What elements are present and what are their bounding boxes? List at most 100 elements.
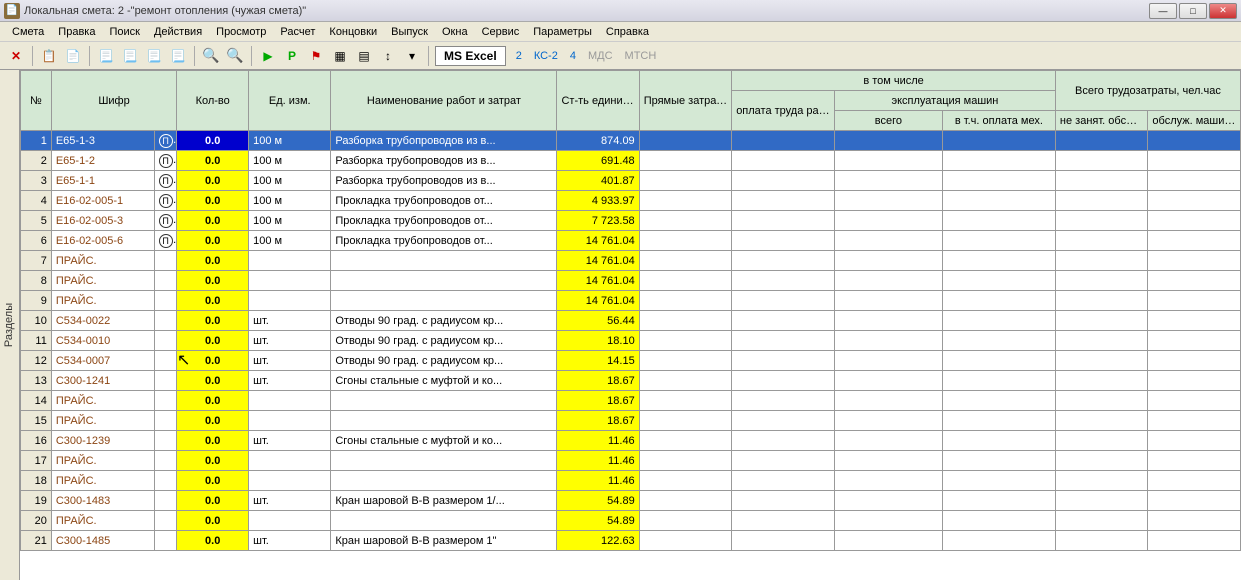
table-row[interactable]: 16C300-12390.0шт.Сгоны стальные с муфтой…	[21, 431, 1241, 451]
row-labor[interactable]	[732, 291, 835, 311]
doc3-icon[interactable]: 📃	[144, 46, 164, 66]
table-row[interactable]: 8ПРАЙС.0.014 761.04	[21, 271, 1241, 291]
row-name[interactable]: Кран шаровой В-В размером 1"	[331, 531, 557, 551]
row-direct[interactable]	[639, 311, 732, 331]
row-shifr[interactable]: ПРАЙС.	[51, 511, 154, 531]
row-nz[interactable]	[1055, 231, 1148, 251]
row-name[interactable]	[331, 471, 557, 491]
row-obs[interactable]	[1148, 311, 1241, 331]
row-name[interactable]: Прокладка трубопроводов от...	[331, 211, 557, 231]
header-num[interactable]: №	[21, 71, 52, 131]
row-cost[interactable]: 691.48	[557, 151, 639, 171]
row-direct[interactable]	[639, 291, 732, 311]
header-vsego[interactable]: всего	[834, 111, 942, 131]
row-labor[interactable]	[732, 251, 835, 271]
row-direct[interactable]	[639, 131, 732, 151]
menu-действия[interactable]: Действия	[148, 24, 208, 40]
table-row[interactable]: 4E16-02-005-1П0.0100 мПрокладка трубопро…	[21, 191, 1241, 211]
row-vsego[interactable]	[834, 371, 942, 391]
row-nz[interactable]	[1055, 131, 1148, 151]
row-obs[interactable]	[1148, 151, 1241, 171]
grid2-icon[interactable]: ▤	[354, 46, 374, 66]
row-direct[interactable]	[639, 151, 732, 171]
row-nz[interactable]	[1055, 511, 1148, 531]
row-unit[interactable]: 100 м	[249, 131, 331, 151]
row-name[interactable]: Кран шаровой В-В размером 1/...	[331, 491, 557, 511]
row-nz[interactable]	[1055, 151, 1148, 171]
row-obs[interactable]	[1148, 491, 1241, 511]
row-shifr[interactable]: C300-1239	[51, 431, 154, 451]
row-name[interactable]	[331, 451, 557, 471]
minimize-button[interactable]: —	[1149, 3, 1177, 19]
row-vsego[interactable]	[834, 391, 942, 411]
header-machines[interactable]: эксплуатация машин	[834, 91, 1055, 111]
row-vsego[interactable]	[834, 431, 942, 451]
row-vsego[interactable]	[834, 151, 942, 171]
row-name[interactable]: Сгоны стальные с муфтой и ко...	[331, 371, 557, 391]
row-cost[interactable]: 14 761.04	[557, 291, 639, 311]
row-shifr[interactable]: E16-02-005-6	[51, 231, 154, 251]
row-qty[interactable]: 0.0	[177, 491, 249, 511]
header-mech[interactable]: в т.ч. оплата мех.	[942, 111, 1055, 131]
table-row[interactable]: 20ПРАЙС.0.054.89	[21, 511, 1241, 531]
table-row[interactable]: 12C534-00070.0шт.Отводы 90 град. с радиу…	[21, 351, 1241, 371]
row-nz[interactable]	[1055, 371, 1148, 391]
row-qty[interactable]: 0.0	[177, 291, 249, 311]
menu-расчет[interactable]: Расчет	[274, 24, 321, 40]
row-name[interactable]	[331, 511, 557, 531]
header-name[interactable]: Наименование работ и затрат	[331, 71, 557, 131]
side-tab[interactable]: Разделы	[0, 70, 20, 580]
paste-icon[interactable]: 📄	[63, 46, 83, 66]
row-shifr[interactable]: ПРАЙС.	[51, 471, 154, 491]
row-obs[interactable]	[1148, 451, 1241, 471]
row-mech[interactable]	[942, 471, 1055, 491]
table-row[interactable]: 6E16-02-005-6П0.0100 мПрокладка трубопро…	[21, 231, 1241, 251]
row-nz[interactable]	[1055, 331, 1148, 351]
close-button[interactable]: ✕	[1209, 3, 1237, 19]
row-direct[interactable]	[639, 331, 732, 351]
header-obs[interactable]: обслуж. машины	[1148, 111, 1241, 131]
row-vsego[interactable]	[834, 191, 942, 211]
row-unit[interactable]: 100 м	[249, 231, 331, 251]
row-direct[interactable]	[639, 171, 732, 191]
row-qty[interactable]: 0.0	[177, 311, 249, 331]
row-mech[interactable]	[942, 291, 1055, 311]
row-labor[interactable]	[732, 371, 835, 391]
row-labor[interactable]	[732, 431, 835, 451]
row-unit[interactable]	[249, 251, 331, 271]
dropdown-icon[interactable]: ▾	[402, 46, 422, 66]
menu-справка[interactable]: Справка	[600, 24, 655, 40]
row-labor[interactable]	[732, 511, 835, 531]
row-cost[interactable]: 14 761.04	[557, 271, 639, 291]
row-obs[interactable]	[1148, 211, 1241, 231]
row-name[interactable]: Прокладка трубопроводов от...	[331, 191, 557, 211]
row-labor[interactable]	[732, 331, 835, 351]
row-name[interactable]: Прокладка трубопроводов от...	[331, 231, 557, 251]
row-pi-icon[interactable]: П	[154, 131, 177, 151]
menu-поиск[interactable]: Поиск	[103, 24, 145, 40]
row-shifr[interactable]: C534-0007	[51, 351, 154, 371]
zoom-out-icon[interactable]: 🔍	[225, 46, 245, 66]
row-nz[interactable]	[1055, 471, 1148, 491]
row-obs[interactable]	[1148, 251, 1241, 271]
table-row[interactable]: 7ПРАЙС.0.014 761.04	[21, 251, 1241, 271]
row-direct[interactable]	[639, 251, 732, 271]
row-unit[interactable]	[249, 471, 331, 491]
row-vsego[interactable]	[834, 131, 942, 151]
row-mech[interactable]	[942, 191, 1055, 211]
row-direct[interactable]	[639, 511, 732, 531]
row-cost[interactable]: 14 761.04	[557, 231, 639, 251]
row-cost[interactable]: 54.89	[557, 491, 639, 511]
row-mech[interactable]	[942, 391, 1055, 411]
row-shifr[interactable]: ПРАЙС.	[51, 391, 154, 411]
row-qty[interactable]: 0.0	[177, 431, 249, 451]
row-pi-icon[interactable]: П	[154, 151, 177, 171]
row-name[interactable]: Разборка трубопроводов из в...	[331, 131, 557, 151]
row-cost[interactable]: 11.46	[557, 471, 639, 491]
row-direct[interactable]	[639, 491, 732, 511]
copy-icon[interactable]: 📋	[39, 46, 59, 66]
row-nz[interactable]	[1055, 351, 1148, 371]
row-direct[interactable]	[639, 271, 732, 291]
row-pi-icon[interactable]: П	[154, 211, 177, 231]
row-unit[interactable]	[249, 291, 331, 311]
